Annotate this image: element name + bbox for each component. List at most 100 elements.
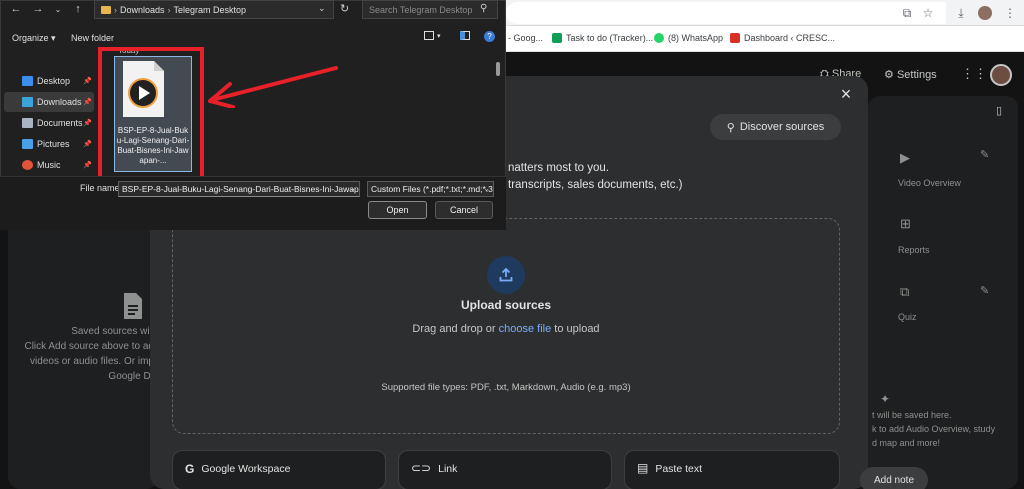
sidebar-label: Documents xyxy=(37,118,83,128)
sources-empty-state: Saved sources will Click Add source abov… xyxy=(14,290,154,384)
file-name-label: File name: xyxy=(80,183,123,193)
chevron-down-icon[interactable]: ⌄ xyxy=(349,184,356,193)
upload-button[interactable] xyxy=(487,256,525,294)
breadcrumb-separator-icon: › xyxy=(114,4,117,15)
dialog-address-bar[interactable]: › Downloads › Telegram Desktop xyxy=(94,0,334,19)
user-avatar[interactable] xyxy=(990,64,1012,86)
magic-wand-icon: ✦ xyxy=(880,392,891,406)
annotation-arrow-icon xyxy=(208,66,338,108)
empty-line: Google Dr xyxy=(108,371,154,382)
reports-label[interactable]: Reports xyxy=(898,245,930,255)
empty-line: Saved sources will xyxy=(71,326,154,337)
sidebar-label: Downloads xyxy=(37,97,82,107)
bookmark-item[interactable]: (8) WhatsApp xyxy=(654,33,723,43)
pin-icon: 📌 xyxy=(83,78,92,85)
panel-toggle-icon[interactable]: ▯ xyxy=(996,104,1002,117)
discover-sources-button[interactable]: ⚲ Discover sources xyxy=(710,114,841,140)
link-button[interactable]: ⊂⊃ Link xyxy=(398,450,612,489)
dialog-navigation-pane: Desktop 📌 Downloads 📌 Documents 📌 Pictures 📌… xyxy=(0,68,96,176)
bookmark-label: Dashboard ‹ CRESC... xyxy=(744,33,836,43)
sidebar-label: Pictures xyxy=(37,139,70,149)
dialog-scrollbar[interactable] xyxy=(496,62,500,76)
video-icon: ▶ xyxy=(900,150,910,165)
dialog-search-input[interactable]: Search Telegram Desktop xyxy=(362,0,498,19)
folder-icon xyxy=(101,5,111,14)
bookmark-item[interactable]: Dashboard ‹ CRESC... xyxy=(730,33,835,43)
open-button[interactable]: Open xyxy=(368,201,427,219)
cancel-button[interactable]: Cancel xyxy=(435,201,493,219)
organize-button[interactable]: Organize ▾ xyxy=(12,33,56,44)
refresh-icon[interactable]: ↻ xyxy=(340,2,349,15)
sidebar-item-music[interactable]: Music 📌 xyxy=(4,155,94,175)
file-type-select[interactable]: Custom Files (*.pdf;*.txt;*.md;*.3 ⌄ xyxy=(367,181,494,197)
recent-chevron-icon[interactable]: ⌄ xyxy=(51,5,65,14)
address-bar[interactable] xyxy=(506,2,946,24)
video-overview-label[interactable]: Video Overview xyxy=(898,178,961,188)
bookmark-item[interactable]: - Goog... xyxy=(508,33,543,43)
dialog-command-bar: Organize ▾ New folder ▾ ? xyxy=(0,28,506,48)
view-dropdown-icon[interactable]: ▾ xyxy=(437,32,441,40)
choose-file-link[interactable]: choose file xyxy=(499,323,552,335)
sidebar-item-pictures[interactable]: Pictures 📌 xyxy=(4,134,94,154)
sidebar-item-desktop[interactable]: Desktop 📌 xyxy=(4,71,94,91)
bookmark-label: Task to do (Tracker)... xyxy=(566,33,654,43)
preview-pane-icon[interactable] xyxy=(460,31,470,40)
hint-line: t will be saved here. xyxy=(872,410,952,420)
pin-icon: 📌 xyxy=(83,162,92,169)
desktop-icon xyxy=(22,76,33,86)
quiz-icon: ⧉ xyxy=(900,284,910,299)
intro-line: natters most to you. xyxy=(508,162,609,174)
discover-label: Discover sources xyxy=(739,121,825,133)
gear-icon: ⚙ xyxy=(884,69,894,81)
profile-avatar[interactable] xyxy=(978,6,992,20)
bookmark-item[interactable]: Task to do (Tracker)... xyxy=(552,33,653,43)
pictures-icon xyxy=(22,139,33,149)
up-icon[interactable]: ↑ xyxy=(71,3,85,15)
pin-icon: 📌 xyxy=(83,120,92,127)
edit-icon[interactable]: ✎ xyxy=(980,148,989,161)
address-dropdown-icon[interactable]: ⌄ xyxy=(318,3,326,14)
notes-empty-state: t will be saved here. k to add Audio Ove… xyxy=(868,408,1018,450)
add-note-button[interactable]: Add note xyxy=(860,467,928,489)
hint-line: k to add Audio Overview, study xyxy=(872,424,996,434)
google-icon: G xyxy=(185,462,195,476)
sidebar-item-downloads[interactable]: Downloads 📌 xyxy=(4,92,94,112)
lock-icon xyxy=(730,33,740,43)
cast-icon[interactable]: ⧉ xyxy=(899,5,915,21)
help-icon[interactable]: ? xyxy=(484,31,495,42)
sidebar-item-documents[interactable]: Documents 📌 xyxy=(4,113,94,133)
quiz-label[interactable]: Quiz xyxy=(898,312,917,322)
breadcrumb-telegram[interactable]: Telegram Desktop xyxy=(174,5,247,15)
menu-icon[interactable]: ⋮ xyxy=(1002,5,1018,21)
empty-line: videos or audio files. Or imp xyxy=(30,356,154,367)
source-button-label: Google Workspace xyxy=(201,463,291,475)
google-workspace-button[interactable]: G Google Workspace xyxy=(172,450,386,489)
apps-grid-icon[interactable]: ⋮⋮ xyxy=(961,66,987,82)
file-name-input[interactable]: BSP-EP-8-Jual-Buku-Lagi-Senang-Dari-Buat… xyxy=(118,181,360,197)
bookmark-label: (8) WhatsApp xyxy=(668,33,724,43)
sheets-icon xyxy=(552,33,562,43)
music-icon xyxy=(22,160,33,170)
upload-sub-text: Drag and drop or xyxy=(412,323,499,335)
sidebar-label: Music xyxy=(37,160,61,170)
edit-icon[interactable]: ✎ xyxy=(980,284,989,297)
view-options-icon[interactable] xyxy=(424,31,434,40)
download-icon[interactable]: ⤓ xyxy=(953,5,969,21)
star-icon[interactable]: ☆ xyxy=(920,5,936,21)
upload-sub-text: to upload xyxy=(551,323,600,335)
settings-button[interactable]: ⚙ Settings xyxy=(884,68,937,81)
back-icon[interactable]: ← xyxy=(9,3,23,15)
empty-line: Click Add source above to ad xyxy=(24,341,154,352)
clipboard-icon: ▤ xyxy=(637,461,649,475)
reports-icon: ⊞ xyxy=(900,216,911,231)
forward-icon[interactable]: → xyxy=(31,3,45,15)
source-button-label: Link xyxy=(438,463,458,475)
new-folder-button[interactable]: New folder xyxy=(71,33,114,43)
chevron-down-icon: ⌄ xyxy=(483,184,490,193)
breadcrumb-downloads[interactable]: Downloads xyxy=(120,5,165,15)
settings-label: Settings xyxy=(896,69,937,81)
file-name-value: BSP-EP-8-Jual-Buku-Lagi-Senang-Dari-Buat… xyxy=(122,184,360,194)
paste-text-button[interactable]: ▤ Paste text xyxy=(624,450,840,489)
source-button-label: Paste text xyxy=(655,463,703,475)
close-icon[interactable]: × xyxy=(836,84,856,104)
